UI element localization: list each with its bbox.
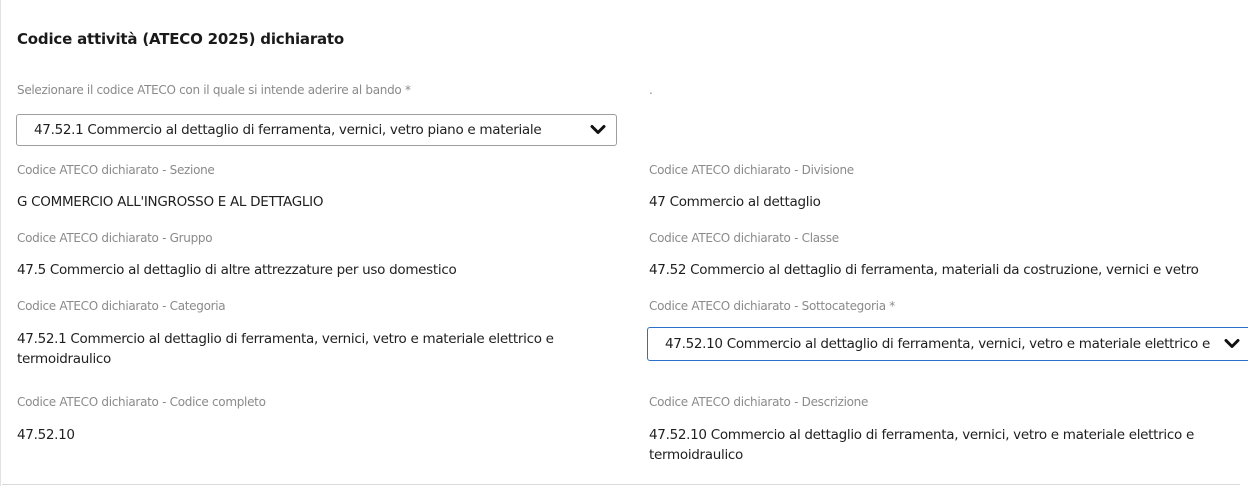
divisione-label: Codice ATECO dichiarato - Divisione [649, 163, 854, 177]
chevron-down-icon [590, 125, 606, 134]
ateco-select-label: Selezionare il codice ATECO con il quale… [17, 83, 411, 97]
section-divider [2, 484, 1240, 485]
descrizione-label: Codice ATECO dichiarato - Descrizione [649, 395, 869, 409]
divisione-value: 47 Commercio al dettaglio [649, 194, 821, 210]
codice-completo-value: 47.52.10 [17, 427, 75, 443]
ateco-code-select[interactable]: 47.52.1 Commercio al dettaglio di ferram… [16, 114, 617, 146]
gruppo-label: Codice ATECO dichiarato - Gruppo [17, 231, 213, 245]
classe-value: 47.52 Commercio al dettaglio di ferramen… [649, 262, 1199, 278]
sottocategoria-select[interactable]: 47.52.10 Commercio al dettaglio di ferra… [647, 327, 1248, 361]
sottocategoria-select-value: 47.52.10 Commercio al dettaglio di ferra… [665, 336, 1210, 352]
sezione-value: G COMMERCIO ALL'INGROSSO E AL DETTAGLIO [17, 194, 324, 210]
descrizione-value: 47.52.10 Commercio al dettaglio di ferra… [649, 427, 1194, 463]
sottocategoria-label: Codice ATECO dichiarato - Sottocategoria… [649, 299, 895, 313]
gruppo-value: 47.5 Commercio al dettaglio di altre att… [17, 262, 457, 278]
ateco-code-select-value: 47.52.1 Commercio al dettaglio di ferram… [34, 122, 542, 138]
classe-label: Codice ATECO dichiarato - Classe [649, 231, 839, 245]
categoria-label: Codice ATECO dichiarato - Categoria [17, 299, 226, 313]
categoria-value: 47.52.1 Commercio al dettaglio di ferram… [17, 331, 554, 367]
codice-completo-label: Codice ATECO dichiarato - Codice complet… [17, 395, 266, 409]
section-title: Codice attività (ATECO 2025) dichiarato [17, 30, 345, 48]
ateco-panel: Codice attività (ATECO 2025) dichiarato … [0, 0, 1248, 486]
sezione-label: Codice ATECO dichiarato - Sezione [17, 163, 215, 177]
chevron-down-icon [1224, 339, 1240, 348]
placeholder-dot-label: . [649, 83, 653, 97]
